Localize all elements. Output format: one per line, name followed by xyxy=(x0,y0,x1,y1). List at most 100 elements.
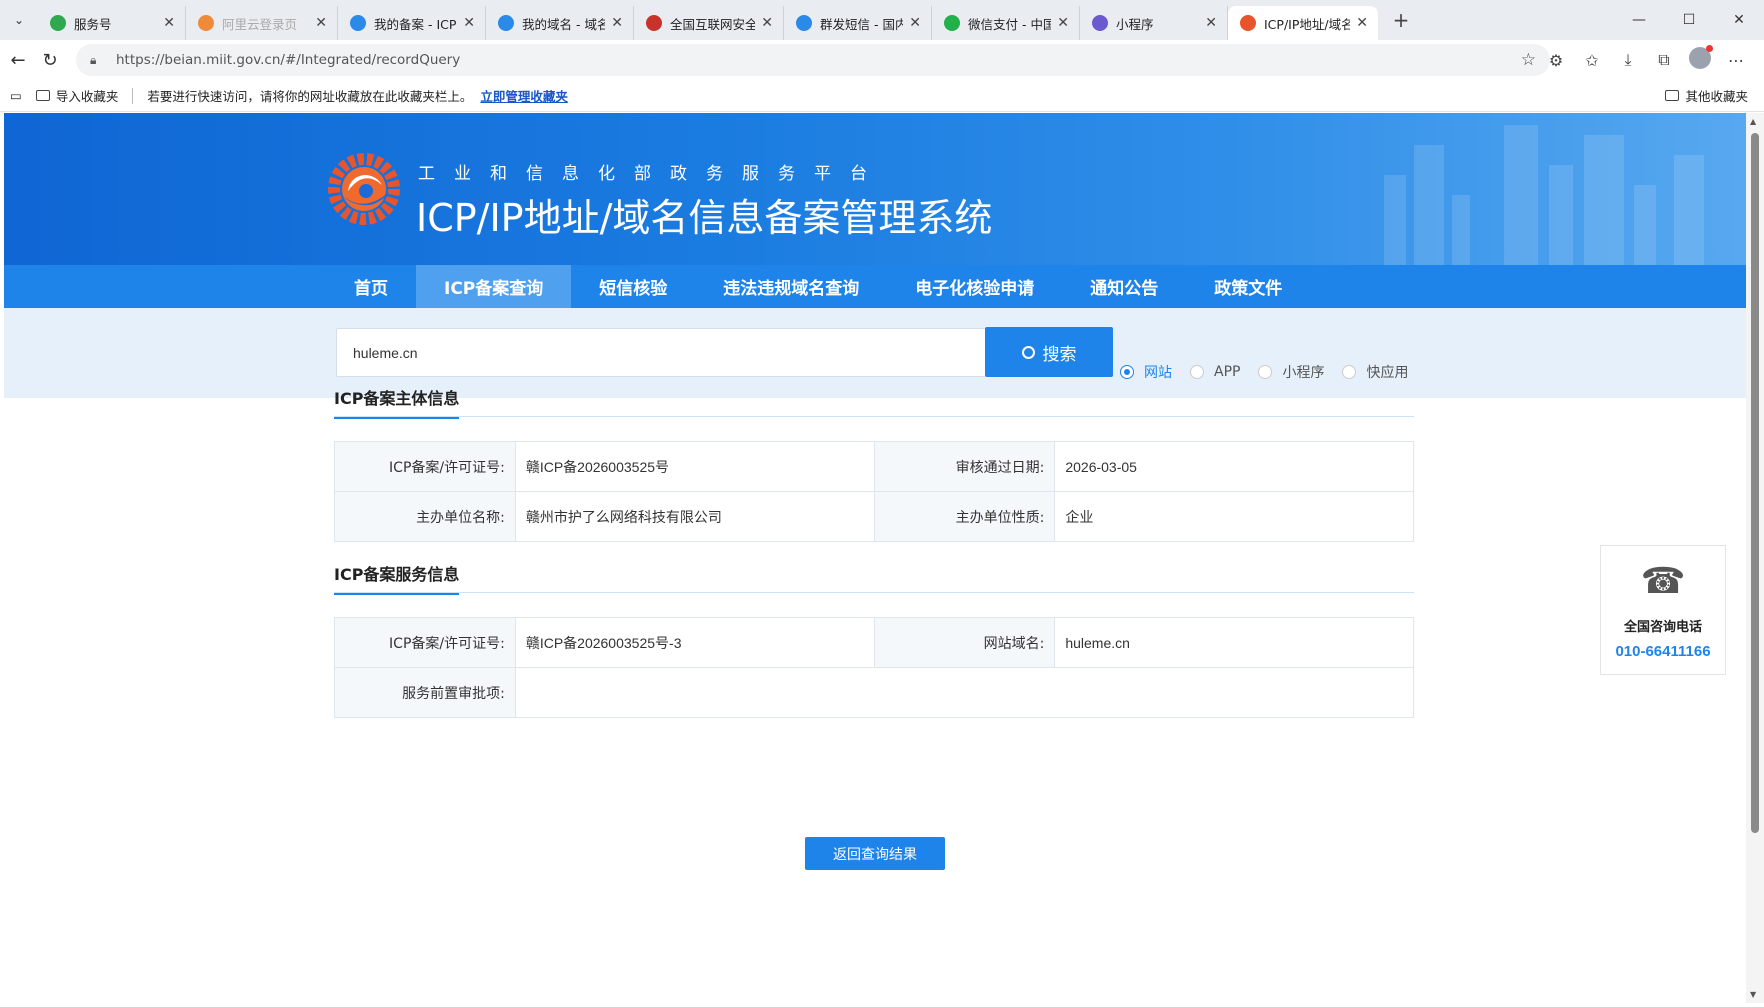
favbar-toggle-icon[interactable]: ▭ xyxy=(10,88,22,103)
other-favorites-label: 其他收藏夹 xyxy=(1685,89,1748,104)
tab-actions-menu[interactable]: ⌄ xyxy=(0,0,38,40)
tab-title: 阿里云登录页 xyxy=(222,16,298,32)
close-tab-icon[interactable]: ✕ xyxy=(761,15,773,31)
service-info-title: ICP备案服务信息 xyxy=(334,561,460,595)
tab-favicon-icon xyxy=(350,15,366,31)
screenshot-icon[interactable]: ⧉ xyxy=(1646,50,1682,70)
organizer-type-value: 企业 xyxy=(1054,491,1414,542)
scroll-up-icon[interactable]: ▲ xyxy=(1750,117,1756,126)
nav-item[interactable]: 政策文件 xyxy=(1186,265,1310,308)
subject-info-table: ICP备案/许可证号: 赣ICP备2026003525号 审核通过日期: 202… xyxy=(334,441,1414,542)
search-type-radio[interactable]: 小程序 xyxy=(1258,362,1324,382)
favorite-star-icon[interactable]: ☆ xyxy=(1521,50,1536,70)
license-number-label: ICP备案/许可证号: xyxy=(334,441,516,492)
tab-title: 小程序 xyxy=(1116,16,1154,32)
scrollbar-thumb[interactable] xyxy=(1751,133,1759,833)
search-icon xyxy=(1021,345,1035,359)
close-tab-icon[interactable]: ✕ xyxy=(611,15,623,31)
window-controls: — ☐ ✕ xyxy=(1614,0,1764,40)
table-row: 服务前置审批项: xyxy=(334,667,1415,718)
site-banner: 工业和信息化部政务服务平台 ICP/IP地址/域名信息备案管理系统 xyxy=(4,113,1746,265)
nav-item[interactable]: 通知公告 xyxy=(1062,265,1186,308)
radio-label: 网站 xyxy=(1144,365,1172,381)
system-title: ICP/IP地址/域名信息备案管理系统 xyxy=(416,196,993,240)
maximize-button[interactable]: ☐ xyxy=(1664,0,1714,40)
address-toolbar: ← ↻ 🔒︎ https://beian.miit.gov.cn/#/Integ… xyxy=(0,40,1764,80)
close-tab-icon[interactable]: ✕ xyxy=(315,15,327,31)
refresh-icon[interactable]: ↻ xyxy=(32,50,68,71)
tab-favicon-icon xyxy=(944,15,960,31)
search-button[interactable]: 搜索 xyxy=(985,327,1113,377)
favorites-bar: ▭ 导入收藏夹 若要进行快速访问，请将你的网址收藏放在此收藏夹栏上。 立即管理收… xyxy=(0,80,1764,112)
browser-tab[interactable]: 小程序 ✕ xyxy=(1080,6,1228,40)
tab-title: 我的备案 - ICP备案 xyxy=(374,16,457,32)
new-tab-button[interactable]: + xyxy=(1384,8,1418,32)
other-favorites[interactable]: 其他收藏夹 xyxy=(1665,86,1748,105)
profile-avatar[interactable] xyxy=(1682,45,1718,73)
tab-title: 微信支付 - 中国领先 xyxy=(968,16,1051,32)
close-window-button[interactable]: ✕ xyxy=(1714,0,1764,40)
nav-item[interactable]: 首页 xyxy=(326,265,416,308)
page-scrollbar[interactable]: ▲ ▼ xyxy=(1746,113,1764,1003)
pre-approval-label: 服务前置审批项: xyxy=(334,667,516,718)
divider xyxy=(132,87,134,104)
tab-title: 我的域名 - 域名注册 xyxy=(522,16,605,32)
close-tab-icon[interactable]: ✕ xyxy=(1356,15,1368,31)
close-tab-icon[interactable]: ✕ xyxy=(1205,15,1217,31)
organizer-type-label: 主办单位性质: xyxy=(873,491,1056,542)
scroll-down-icon[interactable]: ▼ xyxy=(1750,990,1756,999)
nav-item[interactable]: 短信核验 xyxy=(571,265,695,308)
browser-tab[interactable]: 服务号 ✕ xyxy=(38,6,186,40)
more-menu-icon[interactable]: ⋯ xyxy=(1718,51,1754,70)
tab-favicon-icon xyxy=(50,15,66,31)
browser-tab[interactable]: 微信支付 - 中国领先 ✕ xyxy=(932,6,1080,40)
close-tab-icon[interactable]: ✕ xyxy=(163,15,175,31)
organizer-name-label: 主办单位名称: xyxy=(334,491,516,542)
search-input[interactable] xyxy=(336,328,985,377)
minimize-button[interactable]: — xyxy=(1614,0,1664,40)
browser-tab[interactable]: 阿里云登录页 ✕ xyxy=(186,6,338,40)
browser-tab-bar: ⌄ 服务号✕阿里云登录页✕我的备案 - ICP备案✕我的域名 - 域名注册✕全国… xyxy=(0,0,1764,40)
search-type-radio[interactable]: 网站 xyxy=(1120,362,1172,382)
radio-circle-icon xyxy=(1258,365,1273,379)
approval-date-label: 审核通过日期: xyxy=(873,441,1056,492)
url-field[interactable]: 🔒︎ https://beian.miit.gov.cn/#/Integrate… xyxy=(76,44,1550,76)
browser-tab[interactable]: 全国互联网安全管理 ✕ xyxy=(634,6,784,40)
lock-icon: 🔒︎ xyxy=(90,52,97,67)
pre-approval-value xyxy=(514,667,1415,718)
nav-item[interactable]: 电子化核验申请 xyxy=(887,265,1062,308)
tab-title: 全国互联网安全管理 xyxy=(670,16,755,32)
hotline-number: 010-66411166 xyxy=(1615,643,1711,660)
search-type-radio[interactable]: 快应用 xyxy=(1342,362,1408,382)
browser-tab[interactable]: ICP/IP地址/域名信息 ✕ xyxy=(1228,6,1378,40)
tab-title: 服务号 xyxy=(74,16,112,32)
favorites-icon[interactable]: ✩ xyxy=(1574,51,1610,70)
import-label: 导入收藏夹 xyxy=(55,89,119,104)
close-tab-icon[interactable]: ✕ xyxy=(909,15,921,31)
web-page: 工业和信息化部政务服务平台 ICP/IP地址/域名信息备案管理系统 首页 ICP备… xyxy=(4,113,1746,1003)
browser-tab[interactable]: 我的域名 - 域名注册 ✕ xyxy=(486,6,634,40)
tab-favicon-icon xyxy=(498,15,514,31)
nav-item[interactable]: ICP备案查询 xyxy=(416,265,572,308)
search-type-radio[interactable]: APP xyxy=(1190,364,1240,380)
back-arrow-icon[interactable]: ← xyxy=(0,50,36,71)
search-type-radios: 网站 APP 小程序 快应用 xyxy=(1120,362,1426,382)
back-to-results-button[interactable]: 返回查询结果 xyxy=(805,837,945,870)
close-tab-icon[interactable]: ✕ xyxy=(1057,15,1069,31)
close-tab-icon[interactable]: ✕ xyxy=(463,15,475,31)
nav-item[interactable]: 违法违规域名查询 xyxy=(695,265,887,308)
manage-favorites-link[interactable]: 立即管理收藏夹 xyxy=(480,86,568,105)
downloads-icon[interactable]: ⤓ xyxy=(1610,50,1646,70)
tab-favicon-icon xyxy=(796,15,812,31)
tab-favicon-icon xyxy=(198,15,214,31)
extensions-icon[interactable]: ⚙ xyxy=(1538,51,1574,70)
search-band: 搜索 网站 APP 小程序 快应用 xyxy=(4,308,1746,398)
browser-tab[interactable]: 我的备案 - ICP备案 ✕ xyxy=(338,6,486,40)
browser-tab[interactable]: 群发短信 - 国内短信 ✕ xyxy=(784,6,932,40)
import-favorites[interactable]: 导入收藏夹 xyxy=(35,86,119,105)
divider xyxy=(334,416,1414,417)
import-icon xyxy=(35,90,50,101)
website-domain-label: 网站域名: xyxy=(873,617,1056,668)
table-row: 主办单位名称: 赣州市护了么网络科技有限公司 主办单位性质: 企业 xyxy=(334,491,1414,542)
toolbar-icons: ⚙ ✩ ⤓ ⧉ ⋯ xyxy=(1538,40,1754,80)
